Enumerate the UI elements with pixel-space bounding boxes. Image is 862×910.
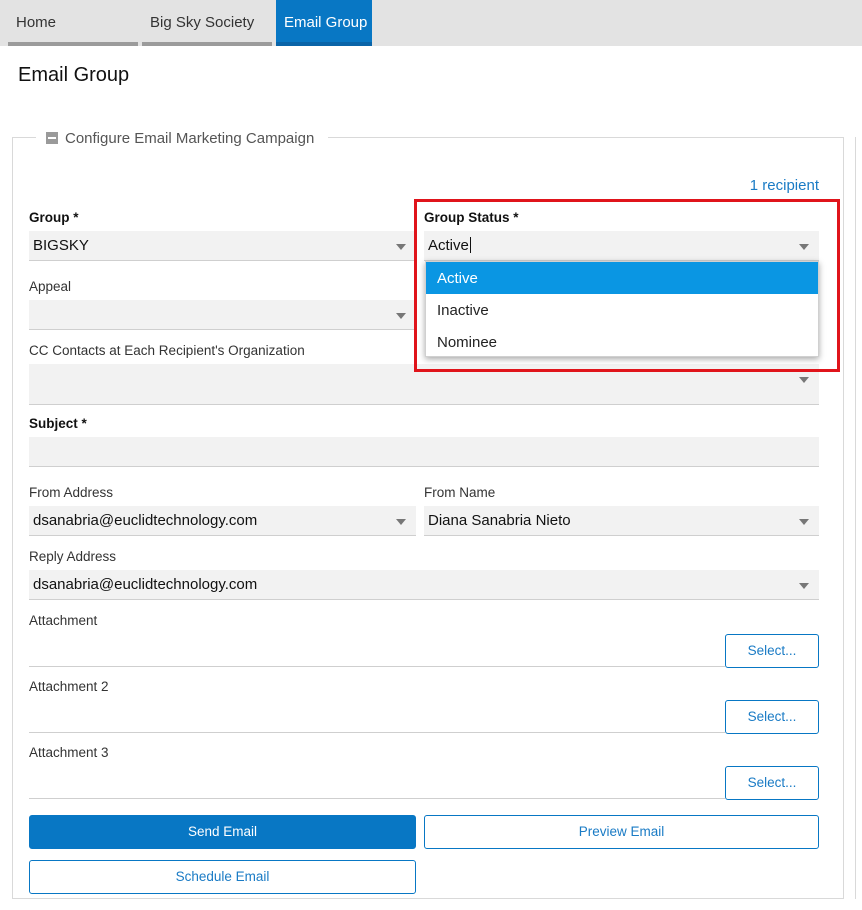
group-select[interactable]: BIGSKY xyxy=(29,231,416,261)
chevron-down-icon xyxy=(799,244,809,250)
from-address-select[interactable]: dsanabria@euclidtechnology.com xyxy=(29,506,416,536)
chevron-down-icon xyxy=(396,519,406,525)
from-name-select[interactable]: Diana Sanabria Nieto xyxy=(424,506,819,536)
chevron-down-icon xyxy=(799,377,809,383)
recipients-link[interactable]: 1 recipient xyxy=(750,177,819,194)
attachment3-field xyxy=(29,798,725,799)
attachment2-select-button[interactable]: Select... xyxy=(725,700,819,734)
from-name-label: From Name xyxy=(424,485,496,500)
status-option-inactive[interactable]: Inactive xyxy=(426,294,818,326)
group-status-value: Active xyxy=(428,237,469,254)
collapse-icon[interactable] xyxy=(46,132,58,144)
status-option-active[interactable]: Active xyxy=(426,262,818,294)
section-title: Configure Email Marketing Campaign xyxy=(65,129,315,147)
tab-home[interactable]: Home xyxy=(8,0,138,46)
attachment2-label: Attachment 2 xyxy=(29,679,109,694)
attachment-label: Attachment xyxy=(29,613,98,628)
reply-address-select[interactable]: dsanabria@euclidtechnology.com xyxy=(29,570,819,600)
status-option-nominee[interactable]: Nominee xyxy=(426,326,818,358)
from-name-value: Diana Sanabria Nieto xyxy=(428,512,571,529)
text-cursor xyxy=(469,237,471,253)
chevron-down-icon xyxy=(799,583,809,589)
appeal-label: Appeal xyxy=(29,279,72,294)
subject-label: Subject * xyxy=(29,416,87,431)
chevron-down-icon xyxy=(799,519,809,525)
group-label: Group * xyxy=(29,210,79,225)
cc-contacts-label: CC Contacts at Each Recipient's Organiza… xyxy=(29,343,305,358)
group-status-label: Group Status * xyxy=(424,210,519,225)
tab-big-sky-society[interactable]: Big Sky Society xyxy=(142,0,272,46)
cc-contacts-select[interactable] xyxy=(29,364,819,405)
appeal-select[interactable] xyxy=(29,300,416,330)
reply-address-value: dsanabria@euclidtechnology.com xyxy=(33,576,258,593)
attachment-select-button[interactable]: Select... xyxy=(725,634,819,668)
panel-edge xyxy=(855,137,862,899)
group-status-select[interactable]: Active xyxy=(424,231,819,261)
chevron-down-icon xyxy=(396,244,406,250)
preview-email-button[interactable]: Preview Email xyxy=(424,815,819,849)
attachment2-field xyxy=(29,732,725,733)
reply-address-label: Reply Address xyxy=(29,549,117,564)
subject-input[interactable] xyxy=(29,437,819,467)
attachment3-label: Attachment 3 xyxy=(29,745,109,760)
attachment3-select-button[interactable]: Select... xyxy=(725,766,819,800)
tab-bar: Home Big Sky Society Email Group xyxy=(0,0,862,46)
section-legend[interactable]: Configure Email Marketing Campaign xyxy=(36,127,329,149)
send-email-button[interactable]: Send Email xyxy=(29,815,416,849)
group-value: BIGSKY xyxy=(33,237,89,254)
page-title: Email Group xyxy=(18,64,130,86)
group-status-dropdown: Active Inactive Nominee xyxy=(425,261,819,357)
chevron-down-icon xyxy=(396,313,406,319)
tab-email-group[interactable]: Email Group xyxy=(276,0,372,46)
from-address-label: From Address xyxy=(29,485,114,500)
schedule-email-button[interactable]: Schedule Email xyxy=(29,860,416,894)
attachment-field xyxy=(29,666,725,667)
from-address-value: dsanabria@euclidtechnology.com xyxy=(33,512,258,529)
